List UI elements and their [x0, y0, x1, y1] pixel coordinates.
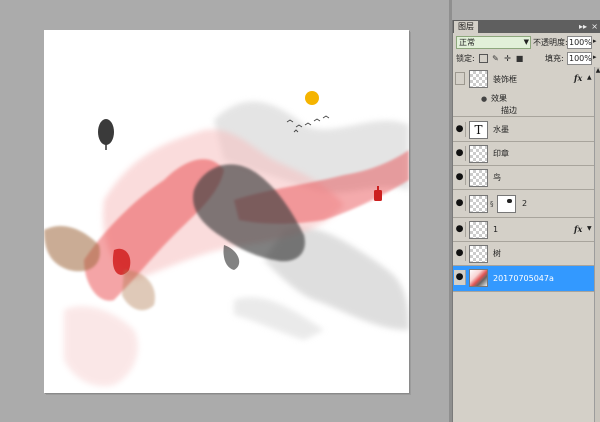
eye-icon[interactable]: ●: [454, 146, 466, 161]
layer-row-ink[interactable]: ● T 水墨: [453, 118, 594, 142]
effects-visibility-icon[interactable]: ●: [481, 93, 487, 105]
layer-thumbnail: [469, 70, 488, 88]
text-layer-icon: T: [469, 121, 488, 139]
opacity-field[interactable]: 100%: [567, 36, 592, 49]
layer-name: 1: [493, 225, 499, 234]
lock-all-icon[interactable]: ■: [515, 54, 524, 63]
effects-label: 效果: [491, 94, 507, 103]
eye-icon[interactable]: ●: [454, 246, 466, 261]
blend-mode-select[interactable]: 正常 ▼: [456, 36, 531, 49]
layer-thumbnail: [469, 245, 488, 263]
seal-stamp: [374, 190, 382, 201]
collapse-arrow-icon[interactable]: ▲: [587, 74, 592, 81]
eye-icon[interactable]: ●: [454, 270, 466, 285]
layer-list: 装饰框 fx ▲ ● 效果 描边 ● T 水墨 ● 印章 ● 鸟 ● § 2 ●…: [453, 67, 594, 422]
layer-thumbnail: [469, 269, 488, 287]
brown-ink-wash: [44, 225, 100, 272]
ink-wash-artwork: [44, 91, 409, 387]
layer-mask-thumbnail[interactable]: [497, 195, 516, 213]
collapse-panel-icon[interactable]: ▸▸: [579, 20, 587, 33]
fill-slider-arrow-icon[interactable]: ▸: [593, 53, 597, 61]
document-canvas[interactable]: [44, 30, 409, 393]
layer-row-tree[interactable]: ● 树: [453, 242, 594, 266]
fill-label: 填充:: [545, 54, 564, 63]
eye-icon[interactable]: ●: [454, 196, 466, 211]
layer-name: 装饰框: [493, 75, 517, 84]
layer-row-birds[interactable]: ● 鸟: [453, 166, 594, 190]
opacity-label: 不透明度:: [533, 38, 568, 47]
opacity-slider-arrow-icon[interactable]: ▸: [593, 37, 597, 45]
link-icon[interactable]: §: [490, 200, 494, 208]
lock-label: 锁定:: [456, 54, 475, 63]
layer-name: 水墨: [493, 125, 509, 134]
fill-field[interactable]: 100%: [567, 52, 592, 65]
layer-thumbnail: [469, 195, 488, 213]
panel-titlebar[interactable]: 图层 ▸▸ ×: [453, 20, 600, 33]
layers-panel: 图层 ▸▸ × 正常 ▼ 不透明度: 100% ▸ 锁定: ✎ ✛ ■ 填充: …: [452, 20, 600, 422]
layer-name: 鸟: [493, 173, 501, 182]
layer-name: 20170705047a: [493, 274, 554, 283]
expand-arrow-icon[interactable]: ▼: [587, 225, 592, 232]
stroke-effect-label: 描边: [501, 106, 517, 115]
fx-icon[interactable]: fx: [574, 73, 582, 83]
lock-image-pixels-icon[interactable]: ✎: [491, 54, 500, 63]
effects-row[interactable]: ● 效果: [453, 93, 594, 105]
layers-scrollbar[interactable]: ▲: [594, 67, 600, 422]
blend-mode-row: 正常 ▼ 不透明度: 100% ▸: [453, 35, 600, 51]
lock-row: 锁定: ✎ ✛ ■ 填充: 100% ▸: [453, 52, 600, 66]
eye-icon[interactable]: ●: [454, 170, 466, 185]
blend-mode-value: 正常: [459, 38, 475, 47]
layer-row-seal[interactable]: ● 印章: [453, 142, 594, 166]
layer-name: 印章: [493, 149, 509, 158]
scroll-up-icon[interactable]: ▲: [595, 67, 600, 75]
layer-row-2[interactable]: ● § 2: [453, 190, 594, 218]
lock-position-icon[interactable]: ✛: [503, 54, 512, 63]
layer-thumbnail: [469, 221, 488, 239]
photoshop-workspace: 图层 ▸▸ × 正常 ▼ 不透明度: 100% ▸ 锁定: ✎ ✛ ■ 填充: …: [0, 0, 600, 422]
visibility-toggle[interactable]: [455, 72, 465, 85]
tree-icon: [98, 119, 114, 150]
eye-icon[interactable]: ●: [454, 222, 466, 237]
tab-layers[interactable]: 图层: [454, 21, 478, 33]
stroke-effect-row[interactable]: 描边: [453, 105, 594, 117]
fx-icon[interactable]: fx: [574, 224, 582, 234]
layer-thumbnail: [469, 145, 488, 163]
layer-row-1[interactable]: ● 1 fx ▼: [453, 218, 594, 242]
layer-thumbnail: [469, 169, 488, 187]
layer-name: 2: [522, 199, 528, 208]
layer-row-decorative-frame[interactable]: 装饰框 fx ▲: [453, 67, 594, 93]
layer-row-background[interactable]: ● 20170705047a: [453, 266, 594, 292]
sun-icon: [305, 91, 319, 105]
lock-transparent-pixels-icon[interactable]: [479, 54, 488, 63]
layer-name: 树: [493, 249, 501, 258]
eye-icon[interactable]: ●: [454, 122, 466, 137]
close-panel-icon[interactable]: ×: [591, 20, 598, 33]
chevron-down-icon: ▼: [523, 38, 529, 46]
